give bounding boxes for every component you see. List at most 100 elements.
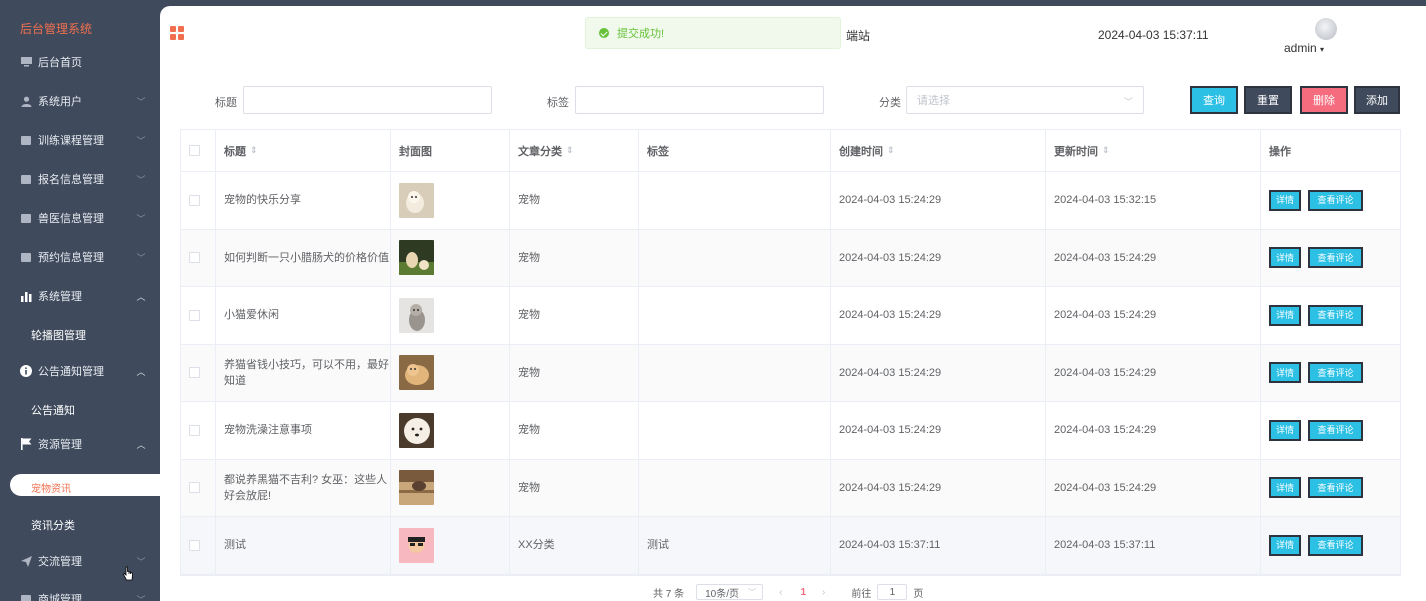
caret-down-icon: ▾ [1320,45,1325,54]
view-comments-button[interactable]: 查看评论 [1308,304,1363,326]
sidebar-item-vets[interactable]: 兽医信息管理 ﹀ [0,208,160,228]
chevron-down-icon: ﹀ [136,252,146,263]
sidebar-item-system-users[interactable]: 系统用户 ﹀ [0,91,160,111]
sidebar-item-label: 训练课程管理 [38,135,104,147]
chevron-down-icon: ﹀ [136,213,146,224]
prev-page-button[interactable]: ‹ [779,587,782,598]
avatar[interactable] [1315,18,1337,40]
sidebar-item-notices[interactable]: 公告通知管理 ︿ [0,361,160,381]
sort-icon[interactable]: ⇕ [566,145,574,156]
sidebar-item-shop[interactable]: 商城管理 ﹀ [0,589,160,601]
row-tag [639,172,831,229]
sort-icon[interactable]: ⇕ [1102,145,1110,156]
table-row: 宠物的快乐分享 宠物 2024-04-03 15:24:29 2024-04-0… [181,172,1400,230]
row-checkbox[interactable] [189,367,200,379]
column-header-created[interactable]: 创建时间 ⇕ [831,130,1046,171]
page-size-select[interactable]: 10条/页 ﹀ [696,584,764,600]
row-checkbox[interactable] [189,482,200,494]
table-row: 如何判断一只小腊肠犬的价格价值 宠物 2024-04-03 15:24:29 2… [181,229,1400,287]
sidebar-item-label: 公告通知管理 [38,366,104,378]
view-comments-button[interactable]: 查看评论 [1308,477,1363,499]
sidebar-item-courses[interactable]: 训练课程管理 ﹀ [0,130,160,150]
current-page[interactable]: 1 [800,587,806,598]
detail-button[interactable]: 详情 [1269,247,1301,269]
column-header-title[interactable]: 标题 ⇕ [216,130,391,171]
table-row: 都说养黑猫不吉利? 女巫：这些人好会放屁! 宠物 2024-04-03 15:2… [181,459,1400,517]
row-title: 宠物的快乐分享 [216,172,391,229]
view-comments-button[interactable]: 查看评论 [1308,362,1363,384]
detail-button[interactable]: 详情 [1269,419,1301,441]
chevron-down-icon: ﹀ [136,96,146,107]
sidebar-item-communication[interactable]: 交流管理 ﹀ [0,551,160,571]
sidebar-subitem-notice[interactable]: 公告通知 [31,402,75,418]
mouse-cursor-icon [123,566,133,581]
detail-button[interactable]: 详情 [1269,534,1301,556]
tag-filter-input[interactable] [575,86,824,114]
row-checkbox[interactable] [189,252,200,264]
query-button[interactable]: 查询 [1190,86,1238,114]
brand-title: 后台管理系统 [20,22,93,36]
sidebar-item-label: 商城管理 [38,594,82,601]
category-filter-select[interactable]: 请选择 ﹀ [906,86,1144,114]
row-created: 2024-04-03 15:24:29 [831,344,1046,401]
sidebar-item-label: 预约信息管理 [38,252,104,264]
row-checkbox[interactable] [189,309,200,321]
title-filter-input[interactable] [243,86,492,114]
select-all-checkbox[interactable] [189,145,200,156]
row-checkbox[interactable] [189,194,200,206]
sidebar-subitem-carousel[interactable]: 轮播图管理 [31,327,86,343]
menu-toggle-icon[interactable] [170,26,184,40]
sidebar-item-appointments[interactable]: 预约信息管理 ﹀ [0,247,160,267]
detail-button[interactable]: 详情 [1269,477,1301,499]
detail-button[interactable]: 详情 [1269,304,1301,326]
detail-button[interactable]: 详情 [1269,362,1301,384]
sidebar-item-enrollment[interactable]: 报名信息管理 ﹀ [0,169,160,189]
row-updated: 2024-04-03 15:37:11 [1046,517,1261,574]
success-toast: 提交成功! [585,17,841,49]
square-icon [21,252,31,262]
column-header-ops: 操作 [1269,145,1291,158]
table-header: 标题 ⇕ 封面图 文章分类 ⇕ 标签 创建时间 ⇕ 更新时间 ⇕ 操作 [181,130,1400,172]
row-checkbox[interactable] [189,539,200,551]
next-page-button[interactable]: › [822,587,825,598]
row-created: 2024-04-03 15:24:29 [831,229,1046,286]
view-comments-button[interactable]: 查看评论 [1308,247,1363,269]
goto-page-input[interactable]: 1 [877,584,908,600]
column-header-category[interactable]: 文章分类 ⇕ [510,130,639,171]
view-comments-button[interactable]: 查看评论 [1308,419,1363,441]
cover-image [399,527,434,563]
row-tag [639,344,831,401]
sort-icon[interactable]: ⇕ [887,145,895,156]
column-header-updated[interactable]: 更新时间 ⇕ [1046,130,1261,171]
row-category: 宠物 [510,459,639,516]
user-icon [20,95,32,107]
row-updated: 2024-04-03 15:24:29 [1046,287,1261,344]
row-tag [639,287,831,344]
detail-button[interactable]: 详情 [1269,189,1301,211]
row-checkbox[interactable] [189,424,200,436]
row-updated: 2024-04-03 15:24:29 [1046,459,1261,516]
bar-chart-icon [20,290,32,302]
sidebar-item-label: 报名信息管理 [38,174,104,186]
articles-table: 标题 ⇕ 封面图 文章分类 ⇕ 标签 创建时间 ⇕ 更新时间 ⇕ 操作 宠物的快乐分享 … [180,129,1401,576]
sidebar-item-label: 资源管理 [38,439,82,451]
view-comments-button[interactable]: 查看评论 [1308,534,1363,556]
sidebar-item-home[interactable]: 后台首页 [0,52,160,72]
sidebar-item-system[interactable]: 系统管理 ︿ [0,286,160,306]
view-comments-button[interactable]: 查看评论 [1308,189,1363,211]
row-updated: 2024-04-03 15:24:29 [1046,402,1261,459]
pagination-total: 共 7 条 [653,588,685,600]
sidebar-item-resources[interactable]: 资源管理 ︿ [0,434,160,454]
add-button[interactable]: 添加 [1354,86,1400,114]
sort-icon[interactable]: ⇕ [250,145,258,156]
delete-button[interactable]: 删除 [1300,86,1348,114]
reset-button[interactable]: 重置 [1244,86,1292,114]
sidebar-subitem-pet-news[interactable]: 宠物资讯 [31,480,71,495]
info-icon [20,365,32,377]
row-title: 养猫省钱小技巧，可以不用，最好知道 [216,344,391,401]
sidebar-subitem-news-category[interactable]: 资讯分类 [31,517,75,533]
row-updated: 2024-04-03 15:24:29 [1046,229,1261,286]
row-created: 2024-04-03 15:24:29 [831,459,1046,516]
column-header-tag: 标签 [639,130,831,171]
user-menu[interactable]: admin ▾ [1284,41,1324,55]
